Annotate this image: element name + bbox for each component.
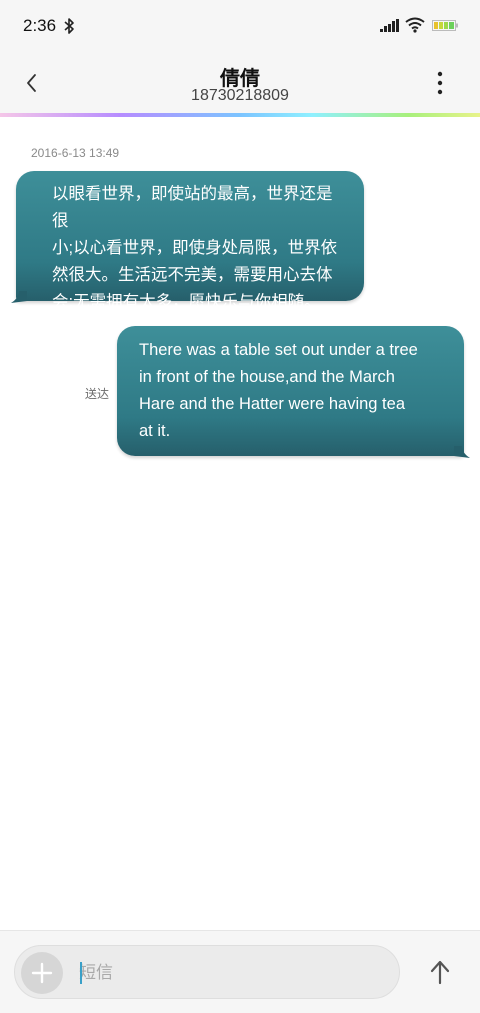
add-attachment-button[interactable]	[21, 952, 63, 994]
message-composer	[0, 930, 480, 1013]
text-cursor	[80, 962, 82, 984]
battery-icon	[432, 20, 458, 31]
message-line: There was a table set out under a tree	[139, 341, 418, 359]
message-line: 以眼看世界，即使站的最高，世界还是很	[52, 185, 333, 230]
incoming-bubble-tail	[11, 291, 27, 303]
conversation-header: 倩倩 18730218809	[0, 52, 480, 114]
signal-icon	[380, 19, 399, 32]
outgoing-bubble-tail	[454, 446, 470, 458]
message-line: at it.	[139, 422, 171, 440]
message-input-container	[14, 945, 400, 999]
sms-conversation-screen: 2:36 倩倩 18730218809 2016-6-13 13:49 以眼看世…	[0, 0, 480, 1013]
delivery-status: 送达	[85, 387, 110, 401]
wifi-icon	[405, 17, 425, 33]
incoming-message-bubble[interactable]: 以眼看世界，即使站的最高，世界还是很 小;以心看世界，即使身处局限，世界依 然很…	[16, 171, 364, 311]
message-line: 小;以心看世界，即使身处局限，世界依	[52, 239, 338, 257]
status-time: 2:36	[23, 16, 57, 35]
message-line: in front of the house,and the March	[139, 368, 395, 386]
message-timestamp: 2016-6-13 13:49	[31, 146, 120, 160]
plus-icon	[31, 962, 53, 984]
message-input[interactable]	[79, 956, 379, 990]
message-line: 会;无需拥有太多，愿快乐与你相随。	[52, 293, 321, 311]
status-bar: 2:36	[0, 0, 480, 52]
message-line: 然很大。生活远不完美，需要用心去体	[52, 266, 333, 284]
header-accent-bar	[0, 113, 480, 117]
bluetooth-icon	[64, 18, 74, 34]
outgoing-message-bubble[interactable]: There was a table set out under a tree i…	[117, 326, 464, 456]
message-line: Hare and the Hatter were having tea	[139, 395, 405, 413]
more-options-button[interactable]	[428, 68, 452, 98]
send-button[interactable]	[426, 957, 454, 987]
contact-phone-number: 18730218809	[191, 87, 289, 104]
